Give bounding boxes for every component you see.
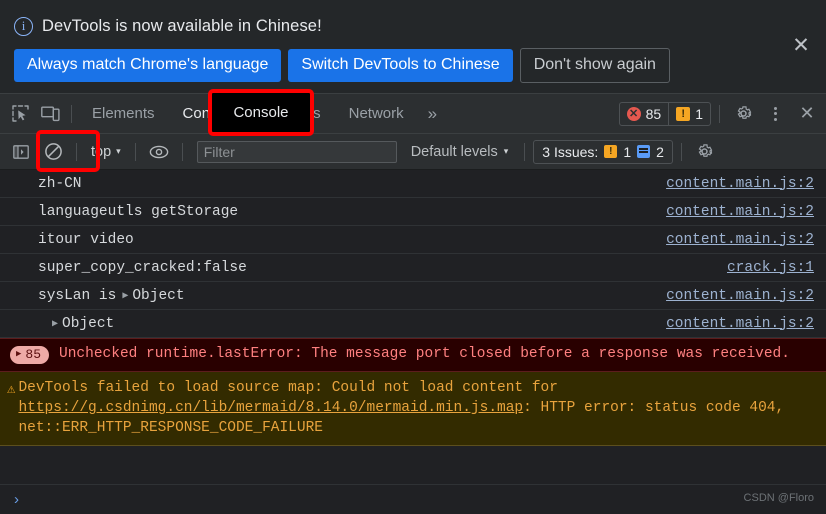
log-message: super_copy_cracked:false bbox=[38, 259, 247, 276]
log-row[interactable]: zh-CN content.main.js:2 bbox=[0, 170, 826, 198]
warning-exclamation-icon: ! bbox=[676, 106, 691, 121]
kebab-menu-icon[interactable] bbox=[760, 100, 790, 128]
expand-triangle-icon-error: ▶ bbox=[16, 349, 22, 359]
gear-icon[interactable] bbox=[728, 100, 758, 128]
issues-warning-count: 1 bbox=[623, 143, 632, 160]
console-settings-gear-icon[interactable] bbox=[690, 138, 720, 166]
language-infobar: i DevTools is now available in Chinese! … bbox=[0, 0, 826, 94]
error-text: Unchecked runtime.lastError: The message… bbox=[59, 346, 790, 362]
toolbar-right-group: ✕ 85 ! 1 ✕ bbox=[618, 94, 822, 133]
warning-source-map-link[interactable]: https://g.csdnimg.cn/lib/mermaid/8.14.0/… bbox=[18, 400, 523, 416]
console-toolbar-divider-4 bbox=[524, 142, 526, 161]
log-object-preview[interactable]: Object bbox=[132, 288, 184, 304]
log-object-preview[interactable]: Object bbox=[62, 316, 114, 332]
log-source-link[interactable]: content.main.js:2 bbox=[666, 316, 814, 332]
tab-elements[interactable]: Elements bbox=[78, 94, 169, 133]
chevron-down-icon-levels: ▾ bbox=[503, 146, 509, 156]
console-toolbar-divider-2 bbox=[134, 142, 136, 161]
infobar-close-icon[interactable]: ✕ bbox=[786, 30, 816, 60]
infobar-message-row: i DevTools is now available in Chinese! bbox=[0, 0, 826, 40]
error-count: 85 bbox=[645, 105, 662, 122]
issues-info-count: 2 bbox=[656, 143, 664, 160]
prompt-caret-icon: › bbox=[14, 491, 19, 508]
log-row[interactable]: ▶ Object content.main.js:2 bbox=[0, 310, 826, 338]
log-levels-label: Default levels bbox=[410, 143, 498, 160]
error-counter[interactable]: ✕ 85 bbox=[620, 103, 669, 125]
issues-label: 3 Issues: bbox=[542, 143, 599, 160]
warning-text: DevTools failed to load source map: Coul… bbox=[18, 378, 816, 438]
clear-console-icon[interactable] bbox=[38, 138, 68, 166]
infobar-actions: Always match Chrome's language Switch De… bbox=[0, 40, 826, 83]
always-match-language-button[interactable]: Always match Chrome's language bbox=[14, 49, 282, 82]
issues-summary-button[interactable]: 3 Issues: ! 1 2 bbox=[533, 139, 673, 164]
live-expression-icon[interactable] bbox=[144, 138, 174, 166]
log-levels-selector[interactable]: Default levels ▾ bbox=[403, 144, 517, 160]
more-tabs-icon[interactable]: » bbox=[418, 94, 447, 133]
tab-sources[interactable]: Sources bbox=[252, 94, 335, 133]
infobar-message: DevTools is now available in Chinese! bbox=[42, 16, 322, 35]
execution-context-label: top bbox=[91, 143, 112, 160]
console-message-list[interactable]: zh-CN content.main.js:2 languageutls get… bbox=[0, 170, 826, 484]
console-error-message[interactable]: ▶ 85 Unchecked runtime.lastError: The me… bbox=[0, 338, 826, 372]
issues-warning-icon: ! bbox=[604, 145, 618, 158]
filter-input[interactable] bbox=[196, 140, 397, 163]
devtools-close-icon[interactable]: ✕ bbox=[792, 100, 822, 128]
tab-network[interactable]: Network bbox=[335, 94, 418, 133]
panel-tabs: Elements Console Sources Network » bbox=[78, 94, 447, 133]
dont-show-again-button[interactable]: Don't show again bbox=[519, 48, 670, 83]
console-prompt-row[interactable]: › CSDN @Floro bbox=[0, 484, 826, 514]
issue-counters: ✕ 85 ! 1 bbox=[618, 101, 711, 126]
log-source-link[interactable]: content.main.js:2 bbox=[666, 176, 814, 192]
log-source-link[interactable]: content.main.js:2 bbox=[666, 204, 814, 220]
error-x-icon: ✕ bbox=[626, 106, 641, 121]
inspect-element-icon[interactable] bbox=[5, 100, 35, 128]
console-toolbar-divider-1 bbox=[76, 142, 77, 161]
warning-text-part1: DevTools failed to load source map: Coul… bbox=[18, 380, 558, 396]
devtools-main-toolbar: Elements Console Sources Network » ✕ 85 … bbox=[0, 94, 826, 134]
watermark: CSDN @Floro bbox=[743, 492, 814, 504]
info-circle-icon: i bbox=[14, 16, 33, 36]
log-message: languageutls getStorage bbox=[38, 203, 239, 220]
devtools-window: i DevTools is now available in Chinese! … bbox=[0, 0, 826, 514]
console-toolbar-divider-3 bbox=[181, 142, 183, 161]
log-row[interactable]: sysLan is ▶ Object content.main.js:2 bbox=[0, 282, 826, 310]
console-filter-toolbar: top ▾ Default levels ▾ 3 Issues: ! 1 2 bbox=[0, 134, 826, 170]
error-repeat-count: 85 bbox=[25, 347, 42, 362]
toolbar-divider bbox=[71, 104, 72, 123]
log-message: zh-CN bbox=[38, 175, 82, 192]
log-message: sysLan is bbox=[38, 287, 117, 304]
warning-counter[interactable]: ! 1 bbox=[668, 102, 710, 125]
expand-triangle-icon[interactable]: ▶ bbox=[122, 290, 128, 302]
tab-console[interactable]: Console bbox=[169, 94, 252, 133]
log-source-link[interactable]: content.main.js:2 bbox=[666, 288, 814, 304]
warning-triangle-icon: ⚠ bbox=[7, 382, 16, 398]
log-row[interactable]: itour video content.main.js:2 bbox=[0, 226, 826, 254]
log-message: itour video bbox=[38, 231, 134, 248]
expand-triangle-icon[interactable]: ▶ bbox=[52, 318, 58, 330]
toolbar-divider-right bbox=[719, 104, 720, 123]
log-row[interactable]: languageutls getStorage content.main.js:… bbox=[0, 198, 826, 226]
switch-devtools-to-chinese-button[interactable]: Switch DevTools to Chinese bbox=[288, 49, 513, 82]
warning-count: 1 bbox=[695, 105, 703, 122]
issues-info-icon bbox=[637, 145, 651, 158]
log-row[interactable]: super_copy_cracked:false crack.js:1 bbox=[0, 254, 826, 282]
console-toolbar-divider-5 bbox=[680, 142, 682, 161]
console-sidebar-icon[interactable] bbox=[6, 138, 36, 166]
execution-context-selector[interactable]: top ▾ bbox=[85, 144, 127, 160]
log-source-link[interactable]: content.main.js:2 bbox=[666, 232, 814, 248]
device-toolbar-icon[interactable] bbox=[35, 100, 65, 128]
error-group-badge[interactable]: ▶ 85 bbox=[10, 346, 50, 364]
chevron-down-icon: ▾ bbox=[116, 146, 121, 156]
console-warning-message[interactable]: ⚠ DevTools failed to load source map: Co… bbox=[0, 372, 826, 446]
log-source-link[interactable]: crack.js:1 bbox=[727, 260, 814, 276]
